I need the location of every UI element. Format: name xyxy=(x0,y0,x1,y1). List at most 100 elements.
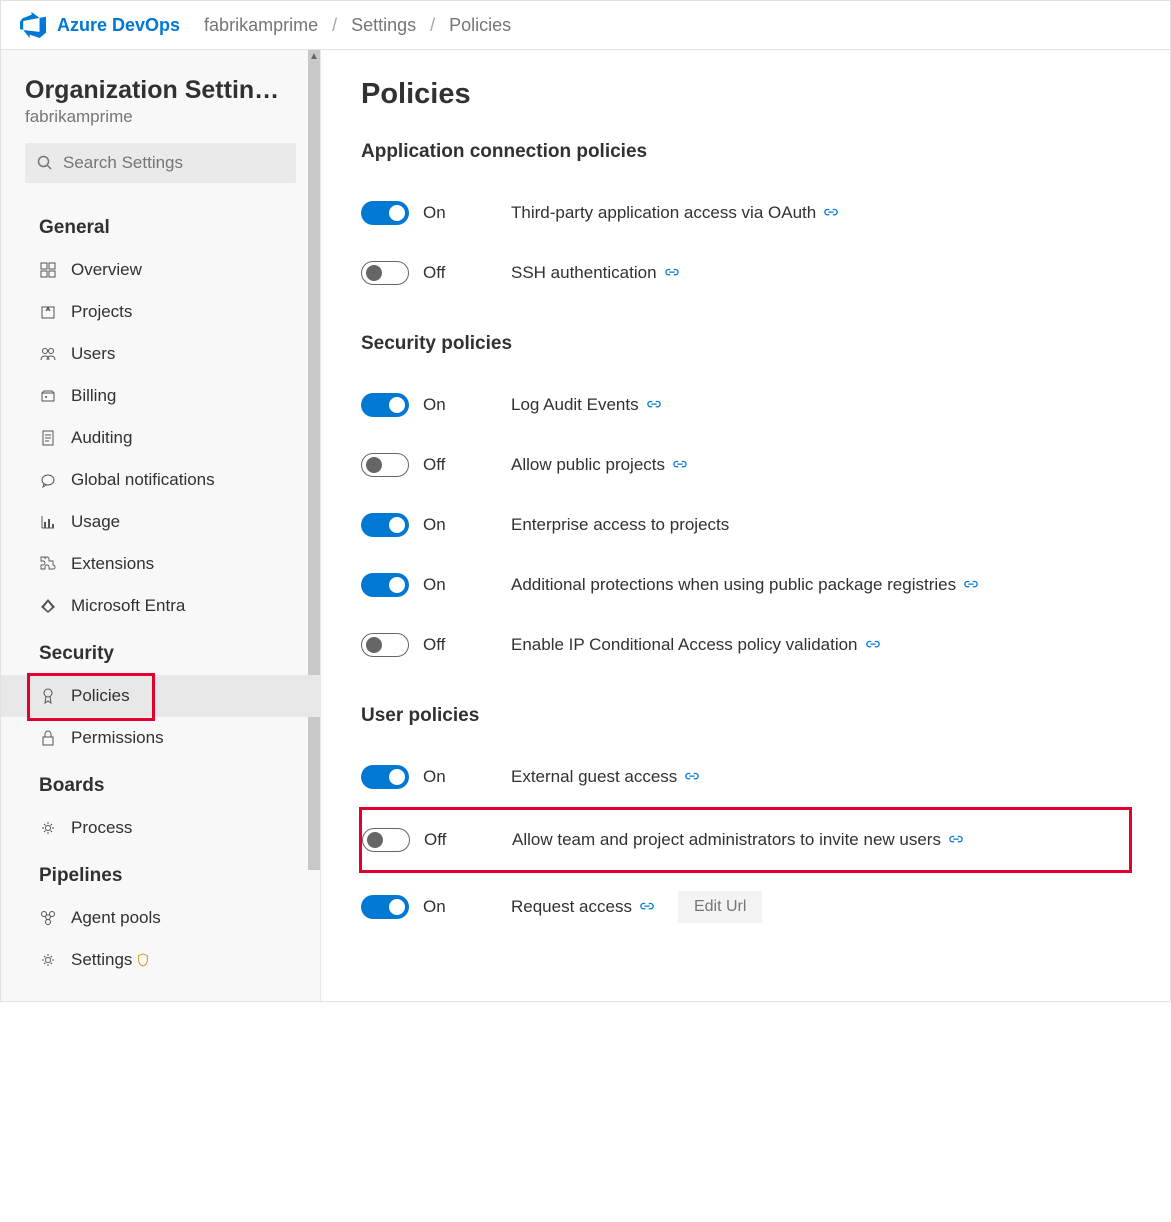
sidebar-item-label: Microsoft Entra xyxy=(71,596,185,616)
breadcrumb-separator: / xyxy=(430,15,435,36)
sidebar-item-permissions[interactable]: Permissions xyxy=(1,717,320,759)
toggle-state-label: On xyxy=(423,897,446,917)
agent-pools-icon xyxy=(39,909,57,927)
breadcrumb-product[interactable]: Azure DevOps xyxy=(57,15,180,36)
sidebar: ▲ Organization Settin… fabrikamprime Gen… xyxy=(1,50,321,1001)
breadcrumb-org[interactable]: fabrikamprime xyxy=(204,15,318,36)
toggle-request-access[interactable] xyxy=(361,895,409,919)
toggle-oauth[interactable] xyxy=(361,201,409,225)
billing-icon xyxy=(39,387,57,405)
sidebar-item-users[interactable]: Users xyxy=(1,333,320,375)
toggle-guest-access[interactable] xyxy=(361,765,409,789)
toggle-ip-ca[interactable] xyxy=(361,633,409,657)
sidebar-scrollbar[interactable] xyxy=(308,50,320,870)
scrollbar-up-arrow-icon[interactable]: ▲ xyxy=(308,50,320,64)
sidebar-section-pipelines: Pipelines xyxy=(1,849,320,897)
link-icon[interactable] xyxy=(673,458,687,472)
link-icon[interactable] xyxy=(665,266,679,280)
azure-devops-logo-icon xyxy=(19,11,47,39)
policy-label: Request access xyxy=(511,897,632,917)
search-settings-input[interactable] xyxy=(25,143,296,183)
sidebar-item-label: Projects xyxy=(71,302,132,322)
policy-label: Allow team and project administrators to… xyxy=(512,830,941,850)
sidebar-item-extensions[interactable]: Extensions xyxy=(1,543,320,585)
policy-row-ssh: Off SSH authentication xyxy=(361,243,1130,303)
sidebar-item-global-notifications[interactable]: Global notifications xyxy=(1,459,320,501)
toggle-state-label: Off xyxy=(424,830,446,850)
policy-label: Enterprise access to projects xyxy=(511,515,729,535)
policy-row-enterprise-access: On Enterprise access to projects xyxy=(361,495,1130,555)
sidebar-item-settings[interactable]: Settings xyxy=(1,939,320,981)
policy-label: Allow public projects xyxy=(511,455,665,475)
policy-row-guest-access: On External guest access xyxy=(361,747,1130,807)
sidebar-item-label: Process xyxy=(71,818,132,838)
toggle-enterprise-access[interactable] xyxy=(361,513,409,537)
search-icon xyxy=(37,155,53,171)
sidebar-item-label: Auditing xyxy=(71,428,132,448)
projects-icon xyxy=(39,303,57,321)
section-security: Security policies xyxy=(361,333,1130,355)
sidebar-item-usage[interactable]: Usage xyxy=(1,501,320,543)
link-icon[interactable] xyxy=(866,638,880,652)
edit-url-button[interactable]: Edit Url xyxy=(678,891,762,923)
sidebar-subtitle: fabrikamprime xyxy=(1,107,320,143)
sidebar-item-label: Overview xyxy=(71,260,142,280)
policy-label: Additional protections when using public… xyxy=(511,575,956,595)
toggle-state-label: On xyxy=(423,203,446,223)
sidebar-item-overview[interactable]: Overview xyxy=(1,249,320,291)
toggle-audit[interactable] xyxy=(361,393,409,417)
users-icon xyxy=(39,345,57,363)
breadcrumb: Azure DevOps fabrikamprime / Settings / … xyxy=(1,1,1170,50)
sidebar-item-projects[interactable]: Projects xyxy=(1,291,320,333)
sidebar-item-process[interactable]: Process xyxy=(1,807,320,849)
breadcrumb-separator: / xyxy=(332,15,337,36)
sidebar-item-agent-pools[interactable]: Agent pools xyxy=(1,897,320,939)
toggle-state-label: On xyxy=(423,515,446,535)
sidebar-item-label: Agent pools xyxy=(71,908,161,928)
breadcrumb-settings[interactable]: Settings xyxy=(351,15,416,36)
policy-label: SSH authentication xyxy=(511,263,657,283)
link-icon[interactable] xyxy=(647,398,661,412)
permissions-icon xyxy=(39,729,57,747)
policy-label: External guest access xyxy=(511,767,677,787)
link-icon[interactable] xyxy=(949,833,963,847)
toggle-package-registries[interactable] xyxy=(361,573,409,597)
breadcrumb-policies[interactable]: Policies xyxy=(449,15,511,36)
sidebar-item-billing[interactable]: Billing xyxy=(1,375,320,417)
main-panel: Policies Application connection policies… xyxy=(321,50,1170,1001)
section-user: User policies xyxy=(361,705,1130,727)
toggle-state-label: On xyxy=(423,575,446,595)
extensions-icon xyxy=(39,555,57,573)
toggle-public-projects[interactable] xyxy=(361,453,409,477)
policy-row-oauth: On Third-party application access via OA… xyxy=(361,183,1130,243)
link-icon[interactable] xyxy=(964,578,978,592)
sidebar-item-auditing[interactable]: Auditing xyxy=(1,417,320,459)
policy-label: Log Audit Events xyxy=(511,395,639,415)
policy-row-request-access: On Request access Edit Url xyxy=(361,873,1130,941)
toggle-state-label: Off xyxy=(423,263,445,283)
link-icon[interactable] xyxy=(685,770,699,784)
sidebar-section-boards: Boards xyxy=(1,759,320,807)
entra-icon xyxy=(39,597,57,615)
policy-row-package-registries: On Additional protections when using pub… xyxy=(361,555,1130,615)
settings-icon xyxy=(39,951,57,969)
sidebar-item-label: Users xyxy=(71,344,115,364)
sidebar-item-entra[interactable]: Microsoft Entra xyxy=(1,585,320,627)
policy-row-ip-ca: Off Enable IP Conditional Access policy … xyxy=(361,615,1130,675)
section-app-connection: Application connection policies xyxy=(361,141,1130,163)
policy-label: Third-party application access via OAuth xyxy=(511,203,816,223)
policy-label: Enable IP Conditional Access policy vali… xyxy=(511,635,858,655)
policy-row-audit: On Log Audit Events xyxy=(361,375,1130,435)
sidebar-section-general: General xyxy=(1,201,320,249)
toggle-state-label: Off xyxy=(423,635,445,655)
shield-badge-icon xyxy=(136,953,150,967)
policy-row-public-projects: Off Allow public projects xyxy=(361,435,1130,495)
toggle-ssh[interactable] xyxy=(361,261,409,285)
link-icon[interactable] xyxy=(824,206,838,220)
policy-row-invite-users: Off Allow team and project administrator… xyxy=(359,807,1132,873)
sidebar-item-label: Global notifications xyxy=(71,470,215,490)
toggle-invite-users[interactable] xyxy=(362,828,410,852)
process-icon xyxy=(39,819,57,837)
link-icon[interactable] xyxy=(640,900,654,914)
search-settings-field[interactable] xyxy=(63,153,284,173)
